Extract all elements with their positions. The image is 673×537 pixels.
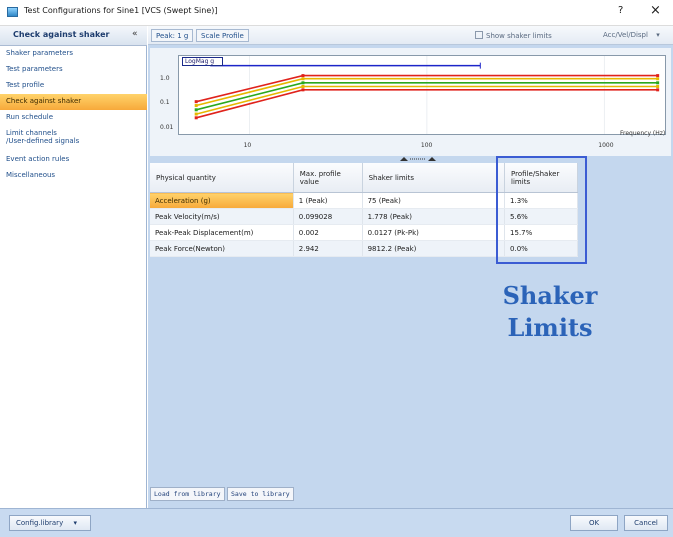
annotation-line: Shaker (502, 281, 598, 310)
annotation-text: Shaker Limits (450, 280, 650, 345)
annotation-line: Limits (507, 313, 593, 343)
series-point (656, 81, 660, 85)
dialog-footer: Config.library ▾ OK Cancel (0, 508, 673, 537)
series-point (656, 74, 660, 78)
cell-max-profile: 2.942 (293, 240, 363, 257)
cell-quantity: Peak-Peak Displacement(m) (150, 224, 294, 241)
help-button[interactable]: ? (618, 5, 623, 16)
series-point (656, 84, 660, 88)
plot-area: LogMag g (178, 55, 666, 135)
col-physical-quantity[interactable]: Physical quantity (150, 163, 294, 193)
collapse-sidebar-button[interactable]: « (132, 29, 138, 39)
units-dropdown-value: Acc/Vel/Displ (603, 31, 648, 39)
config-library-button[interactable]: Config.library ▾ (9, 515, 91, 531)
y-tick-label: 0.1 (160, 99, 170, 107)
series-point (301, 74, 305, 78)
chevron-down-icon: ▾ (656, 31, 660, 39)
sidebar-item-event-action-rules[interactable]: Event action rules (0, 152, 147, 168)
series-point (194, 112, 198, 116)
chevron-down-icon: ▾ (73, 519, 77, 527)
series-point (656, 88, 660, 92)
series-point (301, 77, 305, 81)
profile-chart: LogMag g 1.0 0.1 0.01 10 100 1000 Frequency … (150, 48, 671, 156)
cell-max-profile: 1 (Peak) (293, 192, 363, 209)
sidebar-item-limit-channels-user-defined-signals[interactable]: Limit channels /User-defined signals (0, 126, 147, 150)
sidebar-item-test-profile[interactable]: Test profile (0, 78, 147, 94)
sidebar-title: Check against shaker (13, 30, 110, 39)
cell-shaker-limit: 0.0127 (Pk-Pk) (362, 224, 506, 241)
close-button[interactable]: × (650, 3, 661, 18)
col-shaker-limits[interactable]: Shaker limits (362, 163, 506, 193)
cell-max-profile: 0.099028 (293, 208, 363, 225)
y-tick-label: 1.0 (160, 75, 170, 83)
show-shaker-limits-checkbox[interactable]: Show shaker limits (475, 31, 552, 40)
plot-svg (194, 56, 660, 134)
sidebar-item-shaker-parameters[interactable]: Shaker parameters (0, 46, 147, 62)
sidebar-header: Check against shaker « (0, 26, 147, 46)
cell-shaker-limit: 1.778 (Peak) (362, 208, 506, 225)
cell-quantity: Acceleration (g) (150, 192, 294, 209)
app-icon (7, 7, 18, 17)
series-point (194, 100, 198, 104)
series-point (301, 84, 305, 88)
window-title: Test Configurations for Sine1 [VCS (Swep… (24, 6, 218, 15)
series-point (194, 108, 198, 112)
splitter-handle[interactable] (398, 157, 438, 162)
series-point (301, 88, 305, 92)
checkbox-icon (475, 31, 483, 39)
cell-quantity: Peak Force(Newton) (150, 240, 294, 257)
sidebar: Check against shaker « Shaker parameters… (0, 26, 147, 508)
cancel-button[interactable]: Cancel (624, 515, 668, 531)
x-tick-label: 10 (243, 142, 252, 149)
x-tick-label: 1000 (598, 142, 614, 149)
x-axis-label: Frequency (Hz) (620, 130, 666, 137)
x-tick-label: 100 (420, 142, 433, 149)
cell-max-profile: 0.002 (293, 224, 363, 241)
series-point (194, 116, 198, 120)
chart-legend: LogMag g (182, 57, 224, 66)
y-tick-label: 0.01 (160, 123, 174, 131)
show-shaker-limits-label: Show shaker limits (486, 32, 552, 40)
sidebar-item-run-schedule[interactable]: Run schedule (0, 110, 147, 126)
units-dropdown[interactable]: Acc/Vel/Displ ▾ (603, 31, 660, 39)
ok-button[interactable]: OK (570, 515, 618, 531)
profile-toolbar: Peak: 1 g Scale Profile Show shaker limi… (148, 26, 673, 45)
load-from-library-button[interactable]: Load from library (150, 487, 225, 501)
scale-profile-button[interactable]: Scale Profile (196, 29, 249, 42)
series-point (656, 77, 660, 81)
highlight-box (496, 156, 587, 264)
title-bar: Test Configurations for Sine1 [VCS (Swep… (0, 0, 673, 26)
sidebar-item-miscellaneous[interactable]: Miscellaneous (0, 168, 147, 184)
series-point (194, 104, 198, 108)
sidebar-item-test-parameters[interactable]: Test parameters (0, 62, 147, 78)
col-max-profile-value[interactable]: Max. profile value (293, 163, 363, 193)
series-point (301, 81, 305, 85)
save-to-library-button[interactable]: Save to library (227, 487, 294, 501)
config-library-label: Config.library (16, 519, 64, 527)
cell-shaker-limit: 75 (Peak) (362, 192, 506, 209)
peak-value-button[interactable]: Peak: 1 g (151, 29, 194, 42)
cell-quantity: Peak Velocity(m/s) (150, 208, 294, 225)
cell-shaker-limit: 9812.2 (Peak) (362, 240, 506, 257)
sidebar-item-check-against-shaker[interactable]: Check against shaker (0, 94, 147, 110)
